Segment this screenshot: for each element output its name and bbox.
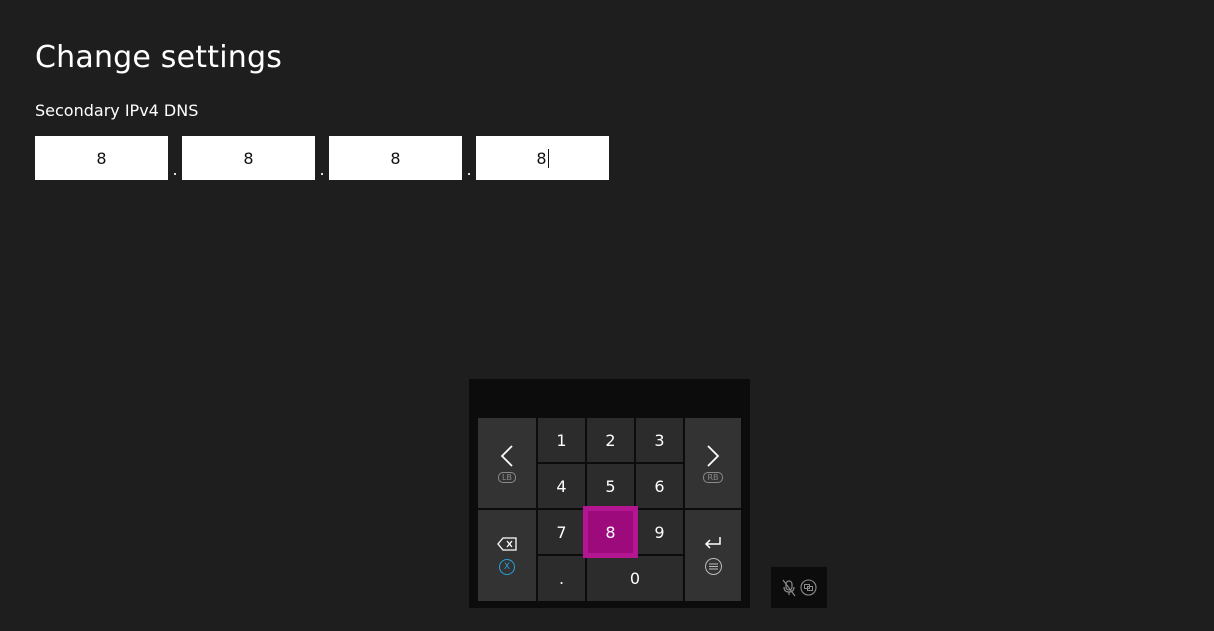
octet-4-value: 8 (536, 148, 547, 168)
enter-button[interactable] (685, 510, 741, 601)
chevron-left-icon (500, 444, 513, 467)
octet-2-value: 8 (243, 148, 254, 168)
octet-separator: . (466, 160, 472, 179)
voice-input-panel[interactable] (771, 567, 827, 608)
enter-icon (704, 537, 721, 549)
view-button-icon (800, 579, 817, 596)
keypad-grid: LB X 1 2 3 4 5 6 7 8 9 . 0 RB (478, 418, 741, 601)
octet-1-value: 8 (96, 148, 107, 168)
backspace-button[interactable]: X (478, 510, 536, 601)
text-caret (547, 148, 549, 168)
key-6[interactable]: 6 (636, 464, 683, 508)
cursor-left-button[interactable]: LB (478, 418, 536, 508)
key-3[interactable]: 3 (636, 418, 683, 462)
lb-hint: LB (498, 471, 516, 483)
octet-separator: . (172, 160, 178, 179)
chevron-right-icon (707, 444, 720, 467)
key-9[interactable]: 9 (636, 510, 683, 554)
octet-2-input[interactable]: 8 (182, 136, 315, 180)
key-0[interactable]: 0 (587, 556, 683, 601)
page-title: Change settings (35, 40, 283, 75)
on-screen-keypad: LB X 1 2 3 4 5 6 7 8 9 . 0 RB (469, 379, 750, 608)
mic-muted-icon (782, 579, 796, 596)
key-5[interactable]: 5 (587, 464, 634, 508)
octet-3-value: 8 (390, 148, 401, 168)
key-4[interactable]: 4 (538, 464, 585, 508)
backspace-icon (497, 536, 517, 551)
menu-button-icon (704, 558, 722, 575)
rb-hint: RB (703, 471, 723, 483)
key-2[interactable]: 2 (587, 418, 634, 462)
key-dot[interactable]: . (538, 556, 585, 601)
x-button-icon: X (499, 558, 515, 575)
octet-separator: . (319, 160, 325, 179)
ip-address-row: 8 . 8 . 8 . 8 (35, 136, 609, 180)
octet-1-input[interactable]: 8 (35, 136, 168, 180)
cursor-right-button[interactable]: RB (685, 418, 741, 508)
key-8[interactable]: 8 (583, 506, 638, 558)
key-7[interactable]: 7 (538, 510, 585, 554)
key-1[interactable]: 1 (538, 418, 585, 462)
octet-3-input[interactable]: 8 (329, 136, 462, 180)
page: Change settings Secondary IPv4 DNS 8 . 8… (0, 0, 1214, 631)
field-label: Secondary IPv4 DNS (35, 101, 199, 120)
octet-4-input[interactable]: 8 (476, 136, 609, 180)
